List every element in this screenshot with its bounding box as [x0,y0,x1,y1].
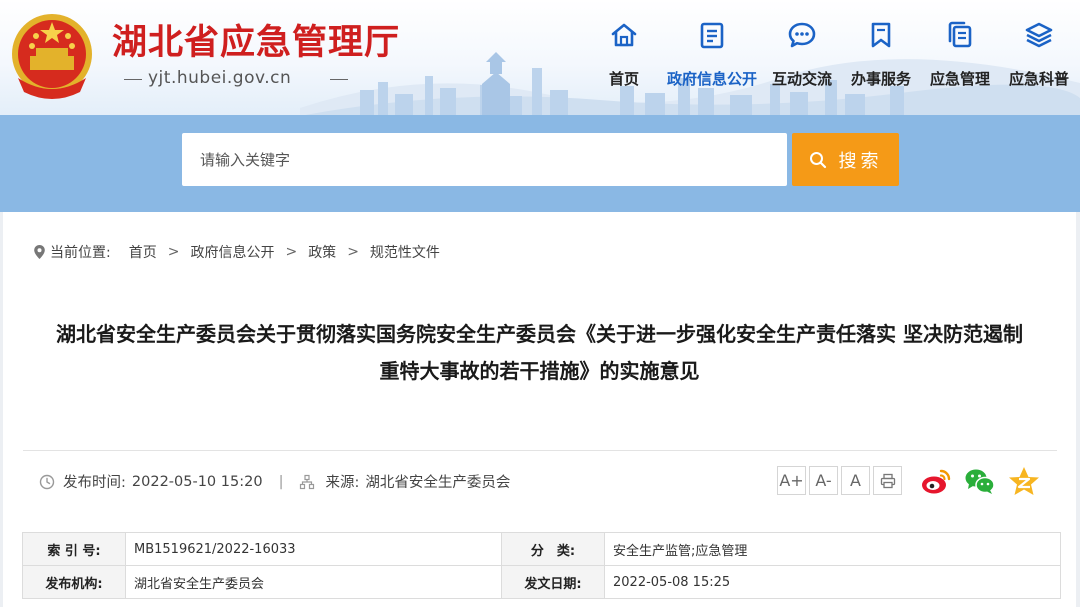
bookmark-icon [871,22,891,48]
font-increase-button[interactable]: A+ [777,466,806,495]
source-label: 来源: [325,475,360,491]
print-button[interactable] [873,466,902,495]
chat-bubble-icon [788,22,816,48]
domain-divider-right [330,79,348,80]
clock-icon [39,474,55,489]
article-meta: 发布时间: 2022-05-10 15:20 | 来源: 湖北省安全生产委员会 [39,471,510,492]
home-icon [611,23,637,47]
domain-divider-left [124,79,142,80]
breadcrumb-government-info[interactable]: 政府信息公开 [190,242,274,262]
nav-services[interactable]: 办事服务 [847,20,915,96]
breadcrumb-separator: > [347,244,359,260]
article-panel: 当前位置: 首页 > 政府信息公开 > 政策 > 规范性文件 湖北省安全生产委员… [3,212,1076,607]
issue-date-label: 发文日期: [501,565,605,599]
breadcrumb-separator: > [285,244,298,260]
publish-time: 2022-05-10 15:20 [131,473,263,490]
nav-home[interactable]: 首页 [606,20,642,96]
nav-government-info[interactable]: 政府信息公开 [662,20,762,96]
index-number-label: 索 引 号: [22,532,126,566]
issuing-agency-label: 发布机构: [22,565,126,599]
category-value: 安全生产监管;应急管理 [604,532,1061,566]
site-title: 湖北省应急管理厅 [112,23,401,63]
breadcrumb-home[interactable]: 首页 [129,242,157,262]
issue-date-value: 2022-05-08 15:25 [604,565,1061,599]
wechat-share-icon[interactable] [964,466,996,496]
breadcrumb-policy[interactable]: 政策 [308,242,336,262]
layers-icon [1025,22,1053,48]
breadcrumb-normative-docs[interactable]: 规范性文件 [370,242,440,262]
nav-government-info-label: 政府信息公开 [666,70,757,88]
nav-interaction[interactable]: 互动交流 [769,20,835,96]
document-info-table: 索 引 号: MB1519621/2022-16033 分 类: 安全生产监管;… [22,532,1061,599]
publish-time-label: 发布时间: [63,475,126,491]
weibo-share-icon[interactable] [920,466,952,496]
national-emblem [12,14,92,99]
article-title: 湖北省安全生产委员会关于贯彻落实国务院安全生产委员会《关于进一步强化安全生产责任… [3,316,1076,390]
font-decrease-button[interactable]: A- [809,466,838,495]
table-row: 索 引 号: MB1519621/2022-16033 分 类: 安全生产监管;… [22,532,1061,566]
search-icon [809,151,826,168]
nav-services-label: 办事服务 [850,70,911,88]
font-reset-button[interactable]: A [841,466,870,495]
article-title-line-2: 重特大事故的若干措施》的实施意见 [379,359,700,383]
index-number-value: MB1519621/2022-16033 [125,532,502,566]
title-divider [23,450,1057,451]
breadcrumb-label: 当前位置: [50,245,111,261]
breadcrumb-separator: > [167,244,180,260]
site-domain: yjt.hubei.gov.cn [148,68,292,88]
copy-files-icon [948,21,972,48]
nav-interaction-label: 互动交流 [771,70,832,88]
search-button[interactable]: 搜索 [792,133,899,186]
category-label: 分 类: [501,532,605,566]
meta-divider: | [278,473,284,490]
search-button-label: 搜索 [838,150,883,172]
print-icon [880,473,895,488]
site-header: 湖北省应急管理厅 yjt.hubei.gov.cn 首页 政府信息公开 互动交流 [0,0,1080,115]
location-pin-icon [34,245,45,259]
search-input[interactable] [182,133,787,186]
nav-emergency-management[interactable]: 应急管理 [926,20,994,96]
nav-home-label: 首页 [608,70,639,88]
document-list-icon [700,22,724,49]
breadcrumb: 当前位置: 首页 > 政府信息公开 > 政策 > 规范性文件 [33,242,440,262]
org-chart-icon [300,474,315,489]
qzone-share-icon[interactable] [1008,466,1040,496]
nav-emergency-science[interactable]: 应急科普 [1004,20,1074,96]
source-value: 湖北省安全生产委员会 [365,475,511,491]
table-row: 发布机构: 湖北省安全生产委员会 发文日期: 2022-05-08 15:25 [22,565,1061,599]
nav-emergency-management-label: 应急管理 [929,70,990,88]
article-title-line-1: 湖北省安全生产委员会关于贯彻落实国务院安全生产委员会《关于进一步强化安全生产责任… [56,322,1023,346]
issuing-agency-value: 湖北省安全生产委员会 [125,565,502,599]
nav-emergency-science-label: 应急科普 [1008,70,1069,88]
